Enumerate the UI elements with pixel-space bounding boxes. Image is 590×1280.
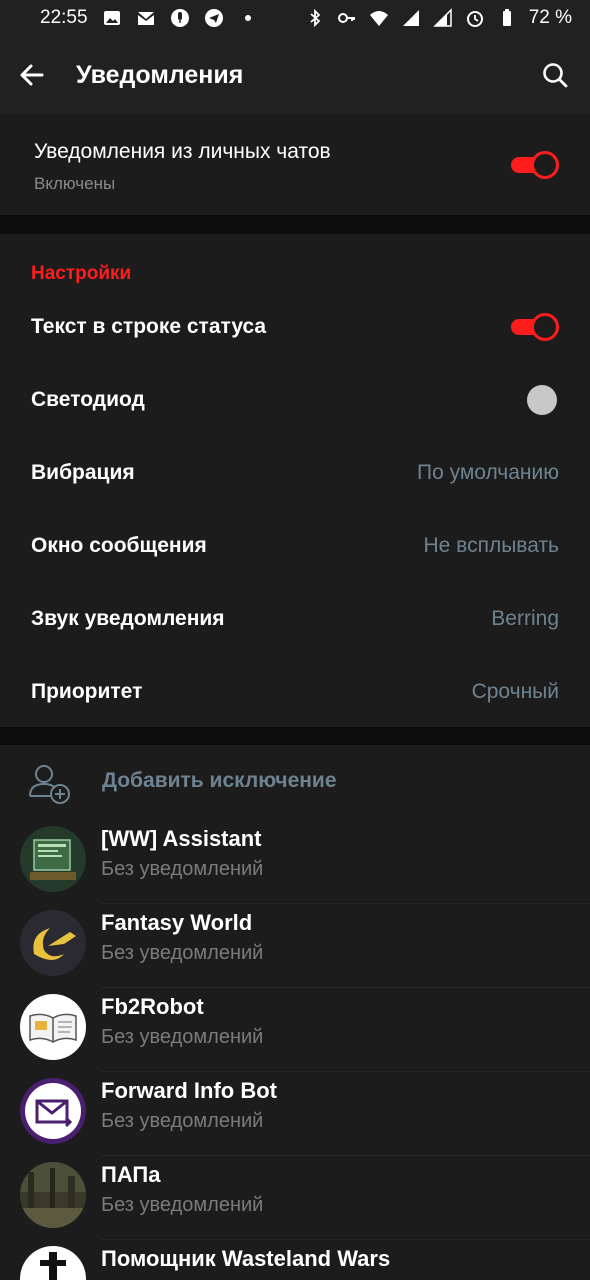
- private-chats-subtitle: Включены: [34, 174, 116, 193]
- avatar: [20, 994, 86, 1060]
- contact-name: Помощник Wasteland Wars: [101, 1246, 391, 1271]
- arrow-left-icon: [20, 64, 44, 86]
- row-value: По умолчанию: [416, 461, 559, 484]
- signal-2-icon: [432, 8, 453, 28]
- settings-header: Настройки: [31, 263, 132, 284]
- row-label: Звук уведомления: [31, 607, 225, 630]
- row-sound[interactable]: Звук уведомления Berring: [0, 584, 590, 654]
- list-item[interactable]: ПАПа Без уведомлений: [0, 1156, 590, 1240]
- contact-status: Без уведомлений: [101, 1110, 264, 1132]
- row-vibration[interactable]: Вибрация По умолчанию: [0, 438, 590, 508]
- contact-name: Fb2Robot: [101, 994, 204, 1019]
- row-label: Текст в строке статуса: [31, 315, 267, 338]
- app-bar: Уведомления: [0, 36, 590, 114]
- contact-status: Без уведомлений: [101, 1026, 264, 1048]
- status-bar: 22:55 72 %: [0, 0, 590, 36]
- page-title: Уведомления: [76, 60, 244, 89]
- telegram-icon: [204, 8, 224, 28]
- contact-name: [WW] Assistant: [101, 826, 262, 851]
- row-label: Вибрация: [31, 461, 135, 484]
- row-value: Срочный: [471, 680, 559, 703]
- list-item[interactable]: Помощник Wasteland Wars: [0, 1240, 590, 1280]
- contact-status: Без уведомлений: [101, 942, 264, 964]
- contact-status: Без уведомлений: [101, 1194, 264, 1216]
- add-exception-button[interactable]: Добавить исключение: [0, 750, 590, 814]
- contact-name: ПАПа: [101, 1162, 161, 1187]
- battery-percent: 72 %: [528, 7, 572, 28]
- private-chats-toggle[interactable]: [511, 151, 559, 179]
- status-time: 22:55: [40, 7, 88, 28]
- signal-1-icon: [401, 8, 421, 28]
- avatar: [20, 1078, 86, 1144]
- mic-icon: [170, 8, 190, 28]
- private-chats-title: Уведомления из личных чатов: [34, 140, 331, 163]
- private-chats-card[interactable]: Уведомления из личных чатов Включены: [0, 114, 590, 215]
- vpn-key-icon: [337, 8, 357, 28]
- list-item[interactable]: Fb2Robot Без уведомлений: [0, 988, 590, 1072]
- list-item[interactable]: Forward Info Bot Без уведомлений: [0, 1072, 590, 1156]
- image-icon: [102, 8, 122, 28]
- settings-card: Настройки Текст в строке статуса Светоди…: [0, 234, 590, 727]
- gmail-icon: [136, 8, 156, 28]
- avatar: [20, 826, 86, 892]
- back-button[interactable]: [0, 36, 64, 114]
- row-label: Светодиод: [31, 388, 145, 411]
- row-value: Не всплывать: [423, 534, 559, 557]
- row-led[interactable]: Светодиод: [0, 365, 590, 435]
- wifi-icon: [369, 8, 389, 28]
- add-user-icon: [26, 762, 76, 804]
- search-icon: [543, 63, 568, 88]
- contact-status: Без уведомлений: [101, 858, 264, 880]
- add-exception-label: Добавить исключение: [102, 769, 337, 792]
- status-text-toggle[interactable]: [511, 313, 559, 341]
- led-color-dot[interactable]: [527, 385, 557, 415]
- avatar: [20, 1246, 86, 1280]
- row-value: Berring: [491, 607, 559, 630]
- dot-icon: [238, 8, 258, 28]
- contact-name: Fantasy World: [101, 910, 253, 935]
- alarm-icon: [465, 8, 485, 28]
- list-item[interactable]: Fantasy World Без уведомлений: [0, 904, 590, 988]
- avatar: [20, 910, 86, 976]
- row-status-bar-text[interactable]: Текст в строке статуса: [0, 292, 590, 362]
- row-label: Окно сообщения: [31, 534, 207, 557]
- avatar: [20, 1162, 86, 1228]
- row-label: Приоритет: [31, 680, 143, 703]
- list-item[interactable]: [WW] Assistant Без уведомлений: [0, 820, 590, 904]
- battery-icon: [497, 8, 517, 28]
- contact-name: Forward Info Bot: [101, 1078, 277, 1103]
- row-priority[interactable]: Приоритет Срочный: [0, 657, 590, 727]
- search-button[interactable]: [520, 36, 590, 114]
- bluetooth-icon: [305, 8, 325, 28]
- row-popup[interactable]: Окно сообщения Не всплывать: [0, 511, 590, 581]
